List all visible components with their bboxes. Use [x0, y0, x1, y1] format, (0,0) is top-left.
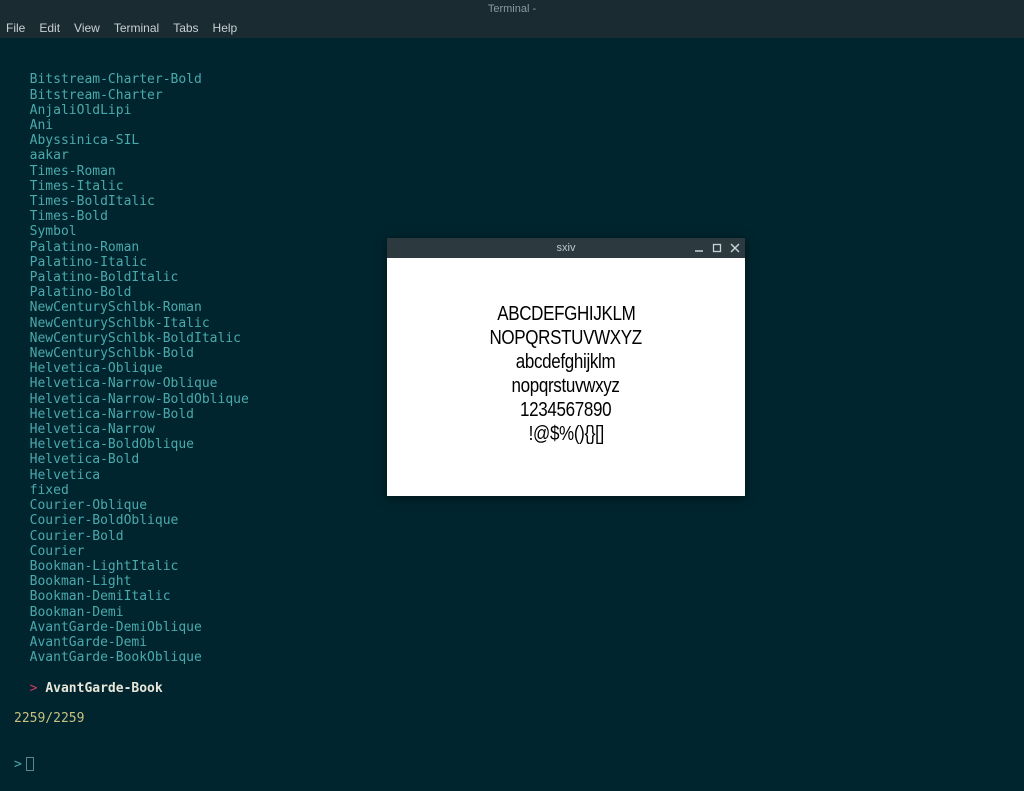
- fzf-prompt-line[interactable]: >: [14, 757, 1010, 772]
- preview-line: nopqrstuvwxyz: [512, 374, 620, 398]
- sxiv-window-controls: [693, 242, 741, 254]
- close-icon[interactable]: [729, 242, 741, 254]
- window-title-bar: Terminal -: [0, 0, 1024, 18]
- menu-tabs[interactable]: Tabs: [173, 21, 198, 35]
- minimize-icon[interactable]: [693, 242, 705, 254]
- fzf-list-item[interactable]: Times-BoldItalic: [14, 194, 1010, 209]
- fzf-list-item[interactable]: aakar: [14, 148, 1010, 163]
- fzf-list-item[interactable]: Times-Bold: [14, 209, 1010, 224]
- fzf-list-item[interactable]: Bookman-Demi: [14, 605, 1010, 620]
- fzf-list-item[interactable]: Times-Italic: [14, 179, 1010, 194]
- fzf-list-item[interactable]: AvantGarde-BookOblique: [14, 650, 1010, 665]
- preview-line: !@$%(){}[]: [528, 422, 603, 446]
- fzf-list-item[interactable]: Ani: [14, 118, 1010, 133]
- menu-view[interactable]: View: [74, 21, 100, 35]
- maximize-icon[interactable]: [711, 242, 723, 254]
- cursor: [26, 757, 34, 771]
- fzf-selected-text: AvantGarde-Book: [45, 681, 162, 696]
- fzf-match-count: 2259/2259: [14, 711, 1010, 726]
- menu-file[interactable]: File: [6, 21, 25, 35]
- sxiv-title: sxiv: [557, 242, 576, 254]
- fzf-list-item[interactable]: Abyssinica-SIL: [14, 133, 1010, 148]
- fzf-pointer: >: [30, 681, 38, 696]
- preview-line: abcdefghijklm: [516, 350, 616, 374]
- fzf-list-item[interactable]: Bitstream-Charter-Bold: [14, 72, 1010, 87]
- menu-terminal[interactable]: Terminal: [114, 21, 159, 35]
- fzf-list-item[interactable]: Courier-Bold: [14, 529, 1010, 544]
- preview-line: NOPQRSTUVWXYZ: [490, 326, 642, 350]
- fzf-prompt-symbol: >: [14, 757, 22, 772]
- fzf-list-item[interactable]: Bookman-Light: [14, 574, 1010, 589]
- preview-line: ABCDEFGHIJKLM: [497, 302, 635, 326]
- fzf-list-item[interactable]: AvantGarde-Demi: [14, 635, 1010, 650]
- fzf-list-item[interactable]: Courier-BoldOblique: [14, 513, 1010, 528]
- sxiv-image-content: ABCDEFGHIJKLM NOPQRSTUVWXYZ abcdefghijkl…: [387, 258, 745, 496]
- fzf-list-item[interactable]: Bookman-DemiItalic: [14, 589, 1010, 604]
- menu-bar: File Edit View Terminal Tabs Help: [0, 18, 1024, 38]
- sxiv-window[interactable]: sxiv ABCDEFGHIJKLM NOPQRSTUVWXYZ abcdefg…: [387, 238, 745, 496]
- menu-help[interactable]: Help: [213, 21, 238, 35]
- fzf-list-item[interactable]: AvantGarde-DemiOblique: [14, 620, 1010, 635]
- fzf-list-item[interactable]: Bookman-LightItalic: [14, 559, 1010, 574]
- preview-line: 1234567890: [520, 398, 611, 422]
- fzf-list-item[interactable]: AnjaliOldLipi: [14, 103, 1010, 118]
- fzf-list-item[interactable]: Times-Roman: [14, 164, 1010, 179]
- fzf-selected-line[interactable]: > AvantGarde-Book: [30, 681, 163, 696]
- fzf-list-item[interactable]: Courier: [14, 544, 1010, 559]
- window-title: Terminal -: [488, 3, 536, 15]
- sxiv-titlebar[interactable]: sxiv: [387, 238, 745, 258]
- fzf-list-item[interactable]: Courier-Oblique: [14, 498, 1010, 513]
- fzf-list-item[interactable]: Bitstream-Charter: [14, 88, 1010, 103]
- menu-edit[interactable]: Edit: [39, 21, 60, 35]
